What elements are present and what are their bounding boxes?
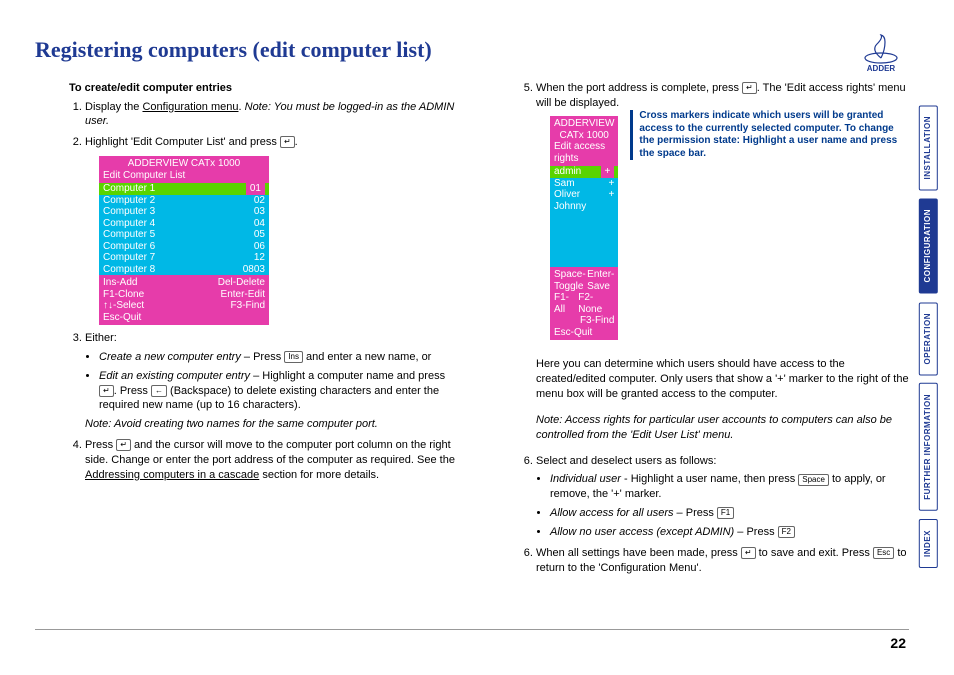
tab-index[interactable]: INDEX <box>919 519 938 568</box>
backspace-key-icon: ← <box>151 385 167 397</box>
osd-edit-access-rights: ADDERVIEW CATx 1000Edit access rights ad… <box>550 116 618 340</box>
step-5: When the port address is complete, press… <box>536 81 909 443</box>
step-5-note: Note: Access rights for particular user … <box>536 413 909 443</box>
step-6: Select and deselect users as follows: In… <box>536 454 909 540</box>
step-3: Either: Create a new computer entry – Pr… <box>85 331 458 432</box>
tab-configuration[interactable]: CONFIGURATION <box>919 198 938 293</box>
enter-key-icon: ↵ <box>99 385 114 397</box>
tab-installation[interactable]: INSTALLATION <box>919 105 938 190</box>
tab-further-info[interactable]: FURTHER INFORMATION <box>919 383 938 511</box>
step-2: Highlight 'Edit Computer List' and press… <box>85 135 458 325</box>
ins-key-icon: Ins <box>284 351 303 363</box>
tab-operation[interactable]: OPERATION <box>919 302 938 375</box>
enter-key-icon: ↵ <box>741 547 756 559</box>
f1-key-icon: F1 <box>717 507 734 519</box>
callout-note: Cross markers indicate which users will … <box>630 110 909 160</box>
brand-logo: ADDER <box>856 32 906 75</box>
enter-key-icon: ↵ <box>116 439 131 451</box>
step-4: Press ↵ and the cursor will move to the … <box>85 438 458 483</box>
cascade-link[interactable]: Addressing computers in a cascade <box>85 469 259 481</box>
sidebar-nav: INSTALLATION CONFIGURATION OPERATION FUR… <box>919 105 938 568</box>
page-number: 22 <box>890 634 906 653</box>
space-key-icon: Space <box>798 474 829 486</box>
f2-key-icon: F2 <box>778 526 795 538</box>
page-title: Registering computers (edit computer lis… <box>35 35 909 65</box>
step-5-para: Here you can determine which users shoul… <box>536 357 909 402</box>
step-6b: When all settings have been made, press … <box>536 546 909 576</box>
enter-key-icon: ↵ <box>742 82 757 94</box>
footer-rule <box>35 629 909 630</box>
step-1: Display the Configuration menu. Note: Yo… <box>85 100 458 130</box>
config-menu-link[interactable]: Configuration menu <box>142 101 238 113</box>
esc-key-icon: Esc <box>873 547 894 559</box>
enter-key-icon: ↵ <box>280 136 295 148</box>
subheading: To create/edit computer entries <box>69 81 458 96</box>
osd-edit-computer-list: ADDERVIEW CATx 1000Edit Computer List Co… <box>99 156 269 325</box>
